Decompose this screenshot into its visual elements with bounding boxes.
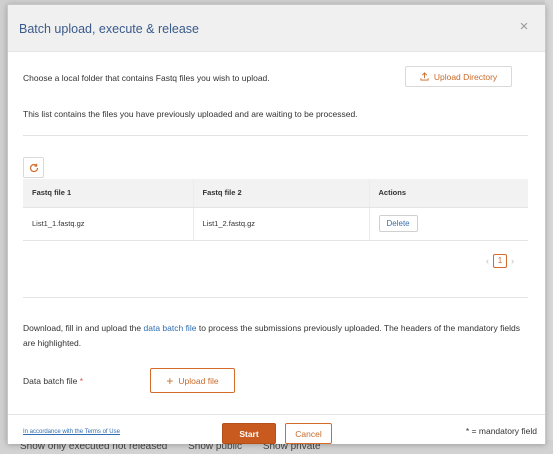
data-batch-file-label-text: Data batch file [23, 376, 78, 386]
intro-text: Choose a local folder that contains Fast… [23, 73, 270, 83]
data-batch-file-link[interactable]: data batch file [144, 323, 197, 333]
mandatory-field-note: * = mandatory field [465, 426, 537, 436]
pagination: ‹ 1 › [486, 254, 514, 268]
refresh-button[interactable] [23, 157, 44, 178]
cell-fastq-file-2: List1_2.fastq.gz [192, 207, 369, 241]
terms-of-use-link[interactable]: In accordance with the Terms of Use [23, 429, 120, 435]
column-header-fastq-file-2: Fastq file 2 [192, 179, 369, 208]
cell-fastq-file-1: List1_1.fastq.gz [23, 207, 193, 241]
table-header-row: Fastq file 1 Fastq file 2 Actions [23, 179, 528, 208]
delete-button[interactable]: Delete [378, 215, 418, 232]
start-button[interactable]: Start [222, 423, 276, 444]
data-batch-file-label: Data batch file * [23, 376, 83, 386]
next-page-icon[interactable]: › [511, 256, 514, 266]
download-instructions: Download, fill in and upload the data ba… [23, 321, 533, 351]
close-icon[interactable]: × [516, 19, 532, 35]
refresh-icon [29, 163, 38, 172]
prev-page-icon[interactable]: ‹ [486, 256, 489, 266]
dialog-footer: In accordance with the Terms of Use Star… [8, 414, 545, 444]
download-text-before: Download, fill in and upload the [23, 323, 142, 333]
plus-icon: + [166, 373, 174, 388]
dialog-title: Batch upload, execute & release [19, 22, 199, 36]
column-header-fastq-file-1: Fastq file 1 [23, 179, 193, 208]
table-row: List1_1.fastq.gz List1_2.fastq.gz Delete [23, 207, 528, 241]
background-page [545, 0, 553, 454]
cancel-button[interactable]: Cancel [285, 423, 332, 444]
dialog-header: Batch upload, execute & release × [8, 5, 545, 52]
required-marker: * [79, 376, 84, 386]
cell-actions: Delete [368, 207, 528, 241]
upload-icon [420, 72, 429, 81]
uploaded-files-table: Fastq file 1 Fastq file 2 Actions List1_… [23, 179, 528, 241]
upload-file-button[interactable]: + Upload file [150, 368, 235, 393]
divider [23, 297, 528, 298]
divider [23, 135, 528, 136]
list-description: This list contains the files you have pr… [23, 109, 358, 119]
batch-upload-dialog: Batch upload, execute & release × Choose… [7, 4, 546, 444]
upload-directory-button[interactable]: Upload Directory [405, 66, 512, 87]
column-header-actions: Actions [368, 179, 528, 208]
upload-file-label: Upload file [178, 375, 219, 386]
upload-directory-label: Upload Directory [433, 71, 498, 82]
page-1-button[interactable]: 1 [493, 254, 507, 268]
